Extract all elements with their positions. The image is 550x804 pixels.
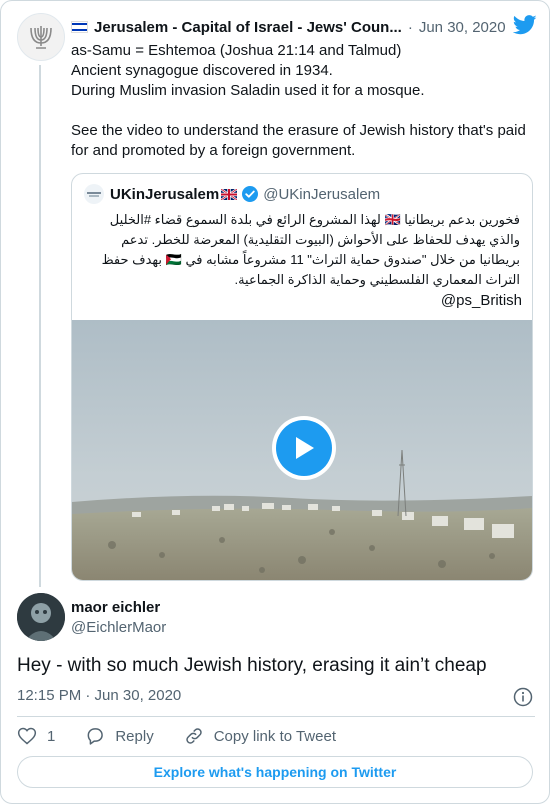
quote-avatar <box>84 184 104 204</box>
video-thumbnail[interactable] <box>72 320 532 580</box>
info-icon[interactable] <box>513 687 533 707</box>
explore-button[interactable]: Explore what's happening on Twitter <box>17 756 533 788</box>
heart-icon <box>17 727 37 745</box>
uk-flag-icon <box>221 188 238 200</box>
thread-line <box>39 65 41 587</box>
quote-text: فخورين بدعم بريطانيا 🇬🇧 لهذا المشروع الر… <box>101 212 520 287</box>
verified-badge-icon <box>242 186 259 202</box>
play-button[interactable] <box>272 416 336 480</box>
divider <box>17 716 535 717</box>
quoted-tweet[interactable]: UKinJerusalem @UKinJerusalem فخورين بدعم… <box>71 173 533 581</box>
action-bar: 1 Reply Copy link to Tweet <box>17 725 366 747</box>
reply-icon <box>87 728 104 745</box>
tweet-timestamp[interactable]: 12:15 PM · Jun 30, 2020 <box>17 687 181 704</box>
avatar[interactable] <box>17 593 65 641</box>
quote-author-name: UKinJerusalem <box>110 185 220 203</box>
parent-author-name[interactable]: Jerusalem - Capital of Israel - Jews' Co… <box>94 19 402 36</box>
tweet-embed-card: Jerusalem - Capital of Israel - Jews' Co… <box>0 0 550 804</box>
parent-tweet-text: as-Samu = Eshtemoa (Joshua 21:14 and Tal… <box>71 42 526 159</box>
play-icon <box>276 420 332 476</box>
twitter-bird-icon[interactable] <box>513 15 537 35</box>
israel-flag-icon <box>71 21 88 33</box>
copy-link-label: Copy link to Tweet <box>213 727 336 745</box>
copy-link-button[interactable]: Copy link to Tweet <box>184 726 336 746</box>
separator-dot: · <box>407 18 413 36</box>
reply-author-handle[interactable]: @EichlerMaor <box>71 619 166 636</box>
like-button[interactable]: 1 <box>17 726 55 746</box>
quote-mention[interactable]: @ps_British <box>441 292 522 309</box>
link-icon <box>185 728 202 744</box>
quote-handle: @UKinJerusalem <box>263 185 381 203</box>
reply-label: Reply <box>115 727 154 745</box>
reply-tweet-text: Hey - with so much Jewish history, erasi… <box>17 655 487 676</box>
reply-button[interactable]: Reply <box>85 726 154 746</box>
parent-header: Jerusalem - Capital of Israel - Jews' Co… <box>71 17 537 37</box>
menorah-logo-icon[interactable] <box>17 13 65 61</box>
parent-date[interactable]: Jun 30, 2020 <box>419 19 506 36</box>
quote-header: UKinJerusalem @UKinJerusalem <box>84 184 380 204</box>
reply-author-name[interactable]: maor eichler <box>71 599 160 616</box>
like-count: 1 <box>47 727 56 745</box>
